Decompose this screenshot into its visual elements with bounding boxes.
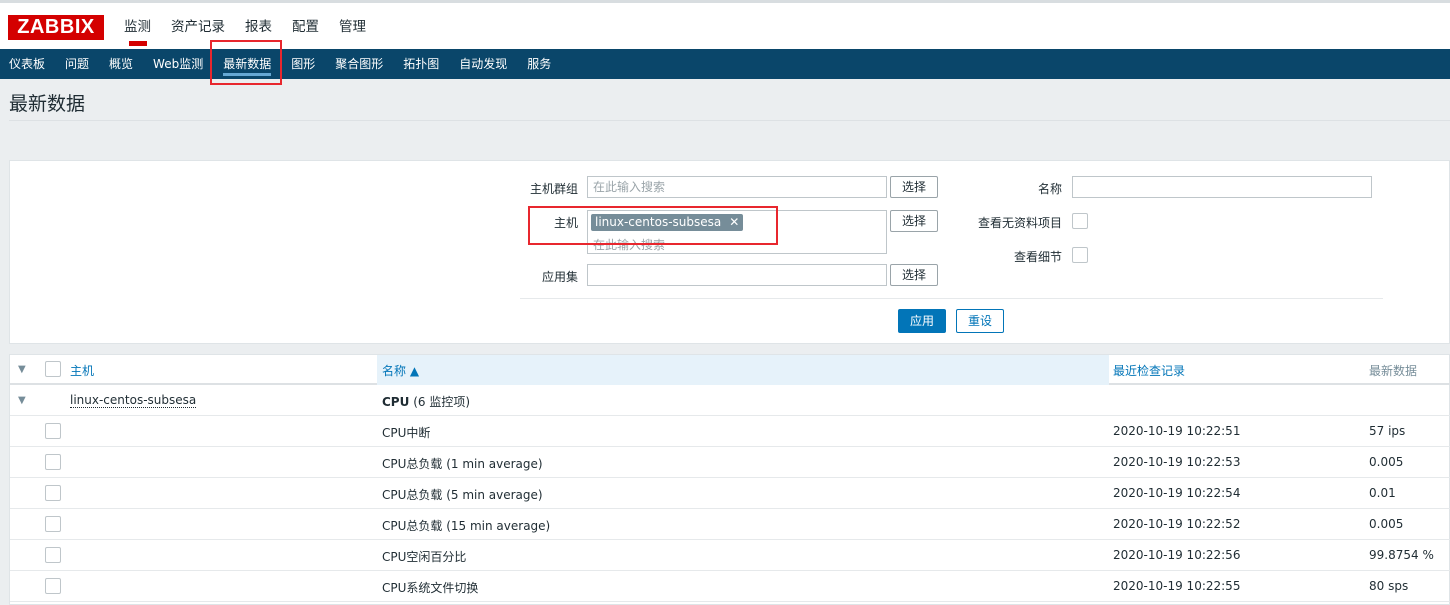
row-checkbox[interactable] [45, 516, 61, 532]
row-last-value: 57 ips [1369, 424, 1406, 438]
column-last-check[interactable]: 最近检查记录 [1113, 362, 1185, 379]
apply-button[interactable]: 应用 [898, 309, 946, 333]
table-row: CPU总负载 (15 min average) 2020-10-19 10:22… [10, 509, 1450, 540]
group-item-count: (6 监控项) [413, 395, 471, 409]
row-last-check: 2020-10-19 10:22:56 [1113, 548, 1241, 562]
latest-data-table: ▼ 主机 名称 ▲ 最近检查记录 最新数据 ▼ linux-centos-sub… [9, 354, 1450, 605]
sub-menu-graphs[interactable]: 图形 [291, 49, 315, 79]
row-item-name: CPU空闲百分比 [382, 550, 467, 564]
filter-divider [520, 298, 1383, 299]
row-item-name: CPU中断 [382, 426, 431, 440]
row-item-name: CPU总负载 (5 min average) [382, 488, 543, 502]
sub-menu-dashboard[interactable]: 仪表板 [9, 49, 45, 79]
row-last-value: 99.8754 % [1369, 548, 1434, 562]
row-last-check: 2020-10-19 10:22:51 [1113, 424, 1241, 438]
sub-menu-web[interactable]: Web监测 [153, 49, 203, 79]
row-last-value: 0.01 [1369, 486, 1396, 500]
row-last-value: 80 sps [1369, 579, 1409, 593]
application-select-button[interactable]: 选择 [890, 264, 938, 286]
column-last-value: 最新数据 [1369, 364, 1418, 378]
sub-menu-services[interactable]: 服务 [527, 49, 551, 79]
row-item-name: CPU总负载 (1 min average) [382, 457, 543, 471]
row-item-name: CPU总负载 (15 min average) [382, 519, 551, 533]
host-group-label: 主机群组 [529, 182, 578, 196]
main-menu-configuration[interactable]: 配置 [292, 16, 319, 38]
host-group-select-button[interactable]: 选择 [890, 176, 938, 198]
row-item-name: CPU系统文件切换 [382, 581, 479, 595]
name-input[interactable] [1072, 176, 1372, 198]
select-all-checkbox[interactable] [45, 361, 61, 377]
row-checkbox[interactable] [45, 578, 61, 594]
main-menu-administration[interactable]: 管理 [339, 16, 366, 38]
table-row: CPU系统文件切换 2020-10-19 10:22:55 80 sps [10, 571, 1450, 602]
main-menu-inventory[interactable]: 资产记录 [171, 16, 225, 38]
group-host[interactable]: linux-centos-subsesa [70, 393, 197, 408]
group-collapse-icon[interactable]: ▼ [18, 395, 26, 406]
row-checkbox[interactable] [45, 454, 61, 470]
show-details-checkbox[interactable] [1072, 247, 1088, 263]
column-name[interactable]: 名称 ▲ [382, 362, 419, 379]
main-menu: 监测 资产记录 报表 配置 管理 [124, 16, 386, 46]
sub-menu-problems[interactable]: 问题 [65, 49, 89, 79]
group-application: CPU (6 监控项) [382, 393, 470, 410]
application-input[interactable] [587, 264, 887, 286]
sorted-column-bg [377, 355, 1109, 385]
sub-menu-screens[interactable]: 聚合图形 [335, 49, 383, 79]
row-last-value: 0.005 [1369, 455, 1404, 469]
main-menu-monitoring[interactable]: 监测 [124, 16, 151, 46]
table-row: CPU空闲百分比 2020-10-19 10:22:56 99.8754 % [10, 540, 1450, 571]
row-last-value: 0.005 [1369, 517, 1404, 531]
table-header: ▼ 主机 名称 ▲ 最近检查记录 最新数据 [10, 355, 1450, 385]
application-label: 应用集 [541, 270, 578, 284]
row-checkbox[interactable] [45, 485, 61, 501]
show-without-data-label: 查看无资料项目 [977, 216, 1062, 230]
highlight-box-host-filter [528, 206, 778, 245]
show-details-label: 查看细节 [1013, 250, 1062, 264]
sub-menu-discovery[interactable]: 自动发现 [459, 49, 507, 79]
row-checkbox[interactable] [45, 547, 61, 563]
column-host[interactable]: 主机 [70, 362, 94, 379]
show-without-data-checkbox[interactable] [1072, 213, 1088, 229]
sub-menu-maps[interactable]: 拓扑图 [403, 49, 439, 79]
filter-panel: 主机群组 在此输入搜索 选择 主机 linux-centos-subsesa ✕… [9, 160, 1450, 344]
row-last-check: 2020-10-19 10:22:53 [1113, 455, 1241, 469]
table-row: CPU中断 2020-10-19 10:22:51 57 ips [10, 416, 1450, 447]
reset-button[interactable]: 重设 [956, 309, 1004, 333]
row-last-check: 2020-10-19 10:22:52 [1113, 517, 1241, 531]
row-checkbox[interactable] [45, 423, 61, 439]
header-divider [9, 120, 1450, 121]
collapse-all-icon[interactable]: ▼ [18, 364, 26, 375]
group-host-link[interactable]: linux-centos-subsesa [70, 393, 197, 408]
page-title: 最新数据 [9, 93, 86, 115]
highlight-box-latest-data [210, 40, 282, 85]
host-select-button[interactable]: 选择 [890, 210, 938, 232]
group-row: ▼ linux-centos-subsesa CPU (6 监控项) [10, 385, 1450, 416]
zabbix-logo[interactable]: ZABBIX [8, 15, 104, 40]
row-last-check: 2020-10-19 10:22:55 [1113, 579, 1241, 593]
group-app-name: CPU [382, 395, 410, 409]
main-menu-reports[interactable]: 报表 [245, 16, 272, 38]
table-row: CPU总负载 (1 min average) 2020-10-19 10:22:… [10, 447, 1450, 478]
table-row: CPU总负载 (5 min average) 2020-10-19 10:22:… [10, 478, 1450, 509]
row-last-check: 2020-10-19 10:22:54 [1113, 486, 1241, 500]
host-group-input[interactable]: 在此输入搜索 [587, 176, 887, 198]
name-label: 名称 [1037, 182, 1062, 196]
sub-menu-overview[interactable]: 概览 [109, 49, 133, 79]
